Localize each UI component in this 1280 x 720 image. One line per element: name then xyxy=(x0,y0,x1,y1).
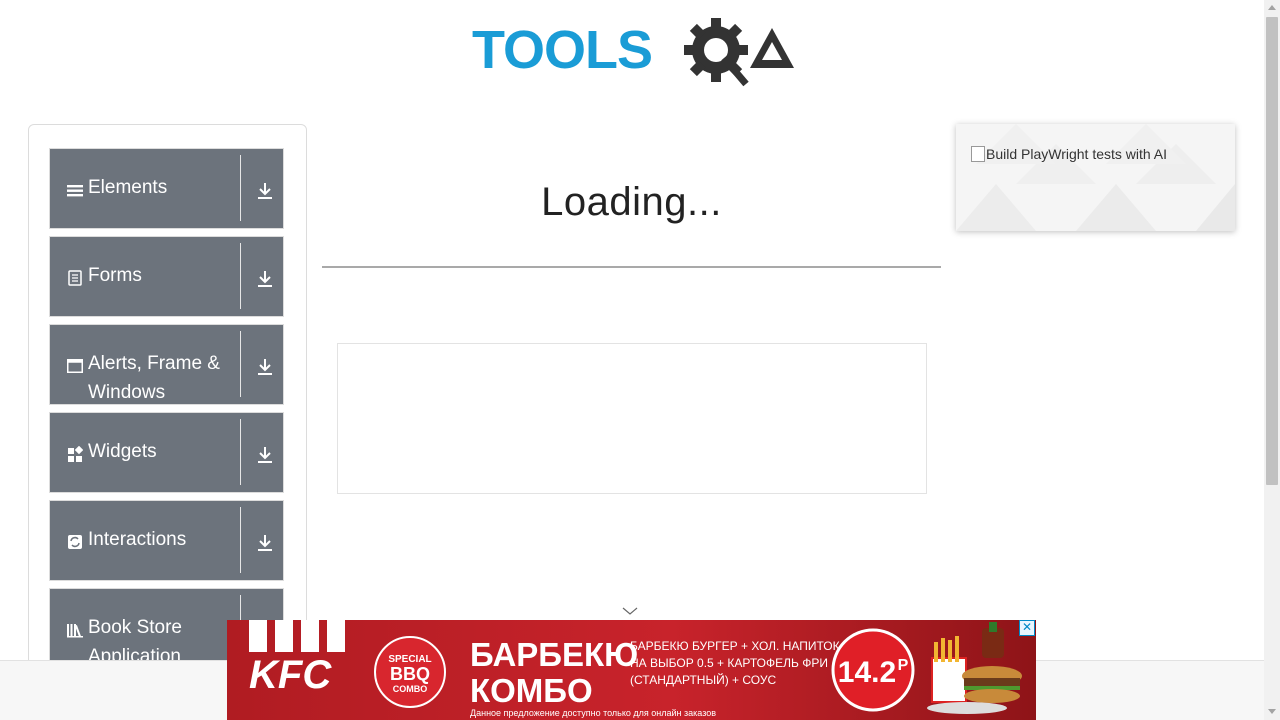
banner-currency: Р xyxy=(898,657,909,674)
title-divider xyxy=(322,266,941,268)
sidebar-item-interactions[interactable]: Interactions xyxy=(49,500,284,581)
banner-desc-1: БАРБЕКЮ БУРГЕР + ХОЛ. НАПИТОК xyxy=(630,639,840,653)
banner-desc-2: НА ВЫБОР 0.5 + КАРТОФЕЛЬ ФРИ xyxy=(630,656,828,670)
document-icon xyxy=(68,270,82,286)
widgets-icon xyxy=(68,446,83,462)
interactions-icon xyxy=(68,535,82,549)
ad-alt-label: Build PlayWright tests with AI xyxy=(986,146,1168,162)
content-placeholder xyxy=(337,343,927,494)
kfc-banner-ad[interactable]: KFC SPECIAL BBQ COMBO БАРБЕКЮ КОМБО БАРБ… xyxy=(227,620,1036,720)
sidebar-ad[interactable]: Build PlayWright tests with AI xyxy=(956,124,1235,231)
divider xyxy=(240,507,241,573)
sidebar-item-label: Widgets xyxy=(88,441,157,462)
sidebar-item-alerts-frame-windows[interactable]: Alerts, Frame & Windows xyxy=(49,324,284,405)
close-icon[interactable]: ✕ xyxy=(1019,620,1035,636)
toolsqa-logo[interactable]: TOOLS xyxy=(472,16,796,92)
divider xyxy=(240,155,241,221)
divider xyxy=(240,331,241,397)
sidebar-item-forms[interactable]: Forms xyxy=(49,236,284,317)
scrollbar-thumb[interactable] xyxy=(1266,17,1278,485)
banner-price: 14.2 xyxy=(838,656,896,689)
divider xyxy=(240,243,241,309)
ad-background-pattern xyxy=(956,124,1235,231)
banner-footnote: Данное предложение доступно только для о… xyxy=(470,708,716,718)
download-arrow-icon[interactable] xyxy=(256,181,274,201)
hamburger-icon xyxy=(67,185,83,197)
sidebar-item-elements[interactable]: Elements xyxy=(49,148,284,229)
banner-headline-1: БАРБЕКЮ xyxy=(470,636,638,673)
download-arrow-icon[interactable] xyxy=(256,533,274,553)
logo-graphic: TOOLS xyxy=(472,18,794,87)
ad-image-alt-text: Build PlayWright tests with AI xyxy=(971,146,1167,162)
broken-image-icon xyxy=(971,146,985,162)
divider xyxy=(240,419,241,485)
download-arrow-icon[interactable] xyxy=(256,269,274,289)
download-arrow-icon[interactable] xyxy=(256,357,274,377)
scroll-down-arrow-icon[interactable] xyxy=(1268,709,1276,714)
kfc-logo-text: KFC xyxy=(249,653,332,697)
chevron-down-icon[interactable] xyxy=(620,605,640,617)
badge-text-3: COMBO xyxy=(393,684,428,694)
banner-desc-3: (СТАНДАРТНЫЙ) + СОУС xyxy=(630,672,776,687)
page-title: Loading... xyxy=(541,180,722,224)
window-icon xyxy=(67,359,83,373)
sidebar-item-label: Interactions xyxy=(88,529,187,550)
sidebar-item-label: Alerts, Frame & Windows xyxy=(88,353,220,403)
sidebar-item-widgets[interactable]: Widgets xyxy=(49,412,284,493)
library-icon xyxy=(67,624,83,638)
banner-graphic: KFC SPECIAL BBQ COMBO БАРБЕКЮ КОМБО БАРБ… xyxy=(227,620,1036,720)
logo-text-tools: TOOLS xyxy=(472,20,652,80)
badge-text-2: BBQ xyxy=(390,664,430,684)
gear-icon xyxy=(684,18,749,87)
sidebar-item-label: Forms xyxy=(88,265,142,286)
banner-headline-2: КОМБО xyxy=(470,672,593,709)
vertical-scrollbar[interactable] xyxy=(1264,0,1280,720)
scroll-up-arrow-icon[interactable] xyxy=(1268,5,1276,10)
download-arrow-icon[interactable] xyxy=(256,445,274,465)
sidebar-item-label: Elements xyxy=(88,177,168,198)
